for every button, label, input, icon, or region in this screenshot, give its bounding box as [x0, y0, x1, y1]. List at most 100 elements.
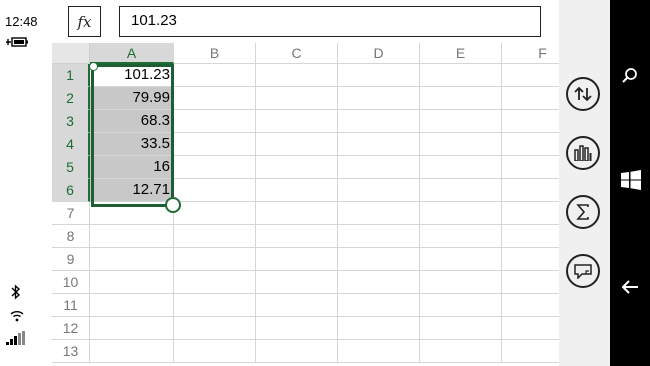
cell-d12[interactable] — [338, 317, 420, 340]
cell-c10[interactable] — [256, 271, 338, 294]
row-header-6[interactable]: 6 — [52, 179, 90, 202]
search-icon[interactable] — [621, 67, 639, 85]
cell-f3[interactable] — [502, 110, 559, 133]
windows-icon[interactable] — [621, 170, 641, 190]
cell-d6[interactable] — [338, 179, 420, 202]
cell-e1[interactable] — [420, 64, 502, 87]
selection-handle-end[interactable] — [165, 197, 181, 213]
cell-d11[interactable] — [338, 294, 420, 317]
cell-c13[interactable] — [256, 340, 338, 363]
cell-b12[interactable] — [174, 317, 256, 340]
cell-b3[interactable] — [174, 110, 256, 133]
cell-f11[interactable] — [502, 294, 559, 317]
column-header-c[interactable]: C — [256, 43, 338, 64]
cell-b2[interactable] — [174, 87, 256, 110]
cell-a11[interactable] — [90, 294, 174, 317]
cell-d2[interactable] — [338, 87, 420, 110]
chart-button[interactable] — [566, 136, 600, 170]
autosum-button[interactable] — [566, 195, 600, 229]
cell-a7[interactable] — [90, 202, 174, 225]
cell-d8[interactable] — [338, 225, 420, 248]
column-header-d[interactable]: D — [338, 43, 420, 64]
cell-f5[interactable] — [502, 156, 559, 179]
cell-f2[interactable] — [502, 87, 559, 110]
cell-c11[interactable] — [256, 294, 338, 317]
cell-a5[interactable]: 16 — [90, 156, 174, 179]
column-header-b[interactable]: B — [174, 43, 256, 64]
cell-c2[interactable] — [256, 87, 338, 110]
cell-d3[interactable] — [338, 110, 420, 133]
cell-f4[interactable] — [502, 133, 559, 156]
row-header-13[interactable]: 13 — [52, 340, 90, 363]
cell-f13[interactable] — [502, 340, 559, 363]
cell-e8[interactable] — [420, 225, 502, 248]
cell-e12[interactable] — [420, 317, 502, 340]
cell-a9[interactable] — [90, 248, 174, 271]
cell-e2[interactable] — [420, 87, 502, 110]
cell-c12[interactable] — [256, 317, 338, 340]
cell-c8[interactable] — [256, 225, 338, 248]
cell-a13[interactable] — [90, 340, 174, 363]
cell-d1[interactable] — [338, 64, 420, 87]
cell-a10[interactable] — [90, 271, 174, 294]
cell-b7[interactable] — [174, 202, 256, 225]
row-header-11[interactable]: 11 — [52, 294, 90, 317]
cell-d9[interactable] — [338, 248, 420, 271]
cell-c3[interactable] — [256, 110, 338, 133]
comment-button[interactable] — [566, 254, 600, 288]
cell-a6[interactable]: 12.71 — [90, 179, 174, 202]
back-icon[interactable] — [621, 279, 639, 295]
column-header-e[interactable]: E — [420, 43, 502, 64]
spreadsheet-grid[interactable]: A B C D E F 1 101.23 2 79.99 3 68.3 4 33.5 5 16 6 1… — [52, 43, 559, 366]
cell-b9[interactable] — [174, 248, 256, 271]
cell-c1[interactable] — [256, 64, 338, 87]
cell-e13[interactable] — [420, 340, 502, 363]
cell-b5[interactable] — [174, 156, 256, 179]
cell-a2[interactable]: 79.99 — [90, 87, 174, 110]
cell-c6[interactable] — [256, 179, 338, 202]
cell-a3[interactable]: 68.3 — [90, 110, 174, 133]
row-header-3[interactable]: 3 — [52, 110, 90, 133]
row-header-4[interactable]: 4 — [52, 133, 90, 156]
cell-f1[interactable] — [502, 64, 559, 87]
cell-c4[interactable] — [256, 133, 338, 156]
row-header-1[interactable]: 1 — [52, 64, 90, 87]
row-header-2[interactable]: 2 — [52, 87, 90, 110]
cell-b10[interactable] — [174, 271, 256, 294]
cell-b13[interactable] — [174, 340, 256, 363]
cell-c9[interactable] — [256, 248, 338, 271]
cell-e7[interactable] — [420, 202, 502, 225]
row-header-12[interactable]: 12 — [52, 317, 90, 340]
cell-b6[interactable] — [174, 179, 256, 202]
cell-c5[interactable] — [256, 156, 338, 179]
cell-e3[interactable] — [420, 110, 502, 133]
selection-handle-start[interactable] — [89, 62, 98, 71]
cell-c7[interactable] — [256, 202, 338, 225]
cell-d5[interactable] — [338, 156, 420, 179]
row-header-7[interactable]: 7 — [52, 202, 90, 225]
cell-e11[interactable] — [420, 294, 502, 317]
select-all-corner[interactable] — [52, 43, 90, 64]
cell-a12[interactable] — [90, 317, 174, 340]
cell-b1[interactable] — [174, 64, 256, 87]
row-header-10[interactable]: 10 — [52, 271, 90, 294]
cell-e5[interactable] — [420, 156, 502, 179]
cell-d13[interactable] — [338, 340, 420, 363]
cell-f12[interactable] — [502, 317, 559, 340]
cell-a8[interactable] — [90, 225, 174, 248]
cell-d10[interactable] — [338, 271, 420, 294]
cell-b4[interactable] — [174, 133, 256, 156]
cell-b11[interactable] — [174, 294, 256, 317]
cell-f8[interactable] — [502, 225, 559, 248]
cell-e9[interactable] — [420, 248, 502, 271]
column-header-a[interactable]: A — [90, 43, 174, 64]
cell-e10[interactable] — [420, 271, 502, 294]
row-header-8[interactable]: 8 — [52, 225, 90, 248]
cell-a4[interactable]: 33.5 — [90, 133, 174, 156]
cell-d4[interactable] — [338, 133, 420, 156]
cell-a1[interactable]: 101.23 — [90, 64, 174, 87]
cell-e6[interactable] — [420, 179, 502, 202]
function-button[interactable]: fx — [68, 6, 101, 37]
formula-input[interactable]: 101.23 — [119, 6, 541, 37]
cell-d7[interactable] — [338, 202, 420, 225]
